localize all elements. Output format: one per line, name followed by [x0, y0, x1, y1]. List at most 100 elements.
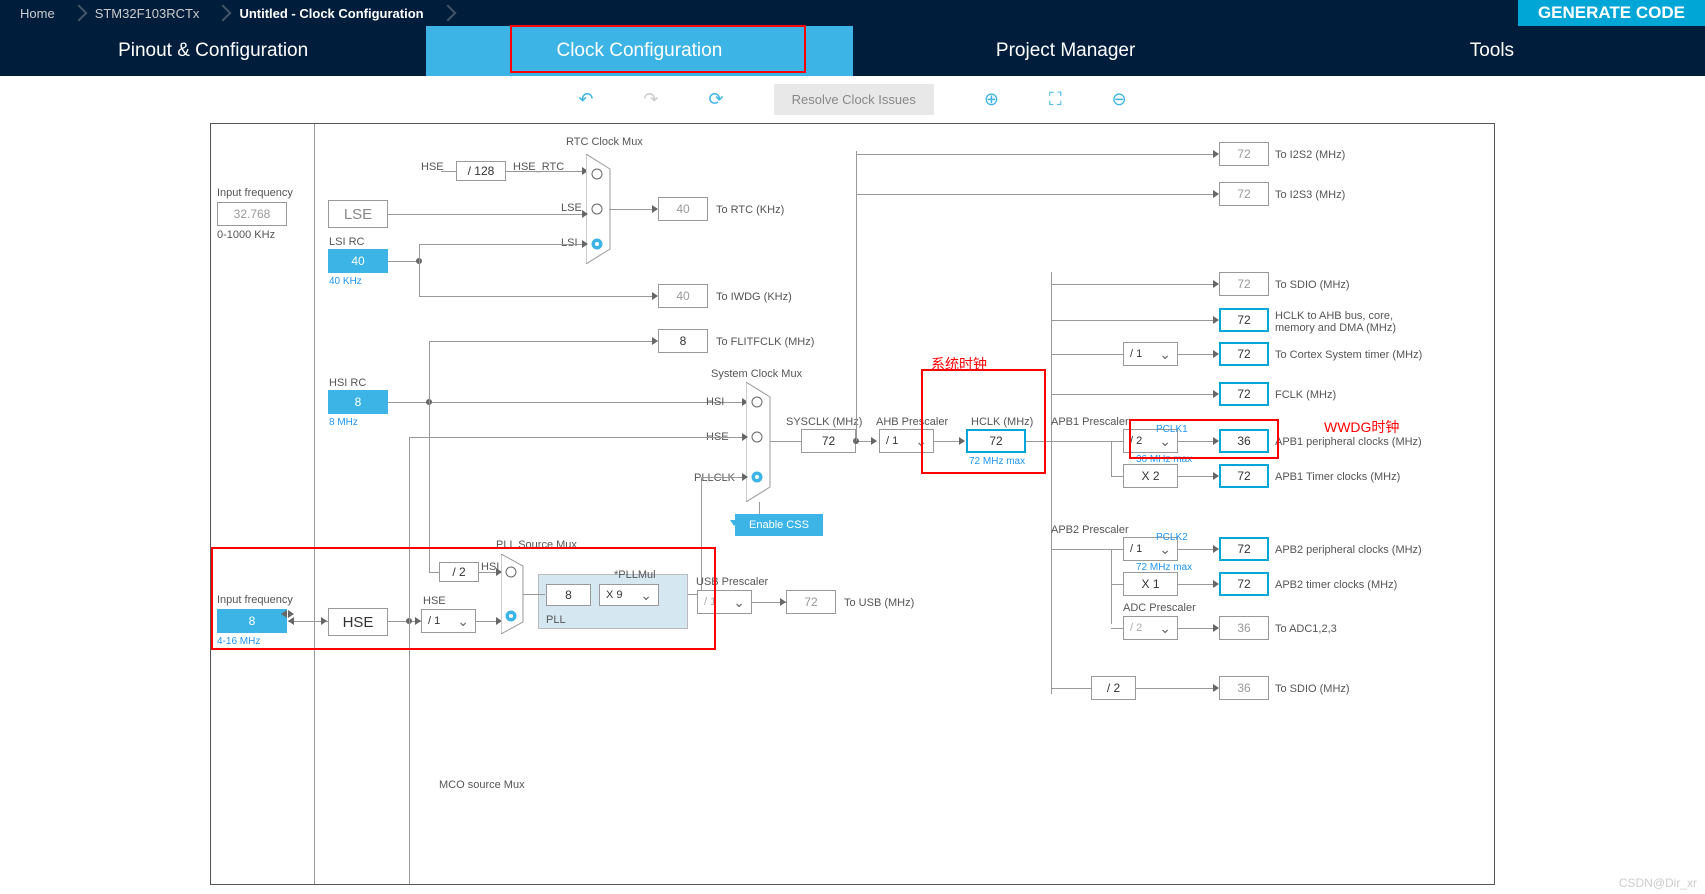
mco-mux-lbl: MCO source Mux [439, 779, 525, 791]
sysclk-val: 72 [801, 429, 856, 453]
lsi-mux-lbl: LSI [561, 237, 578, 249]
usb-val: 72 [786, 590, 836, 614]
hsi-rc-label: HSI RC [329, 377, 366, 389]
i2s2-out: To I2S2 (MHz) [1275, 149, 1345, 161]
pll-src-mux-lbl: PLL Source Mux [496, 539, 577, 551]
cortex-val: 72 [1219, 342, 1269, 366]
adc-val: 36 [1219, 616, 1269, 640]
i2s3-out: To I2S3 (MHz) [1275, 189, 1345, 201]
sdio-val2: 36 [1219, 676, 1269, 700]
ahb-bus-out: HCLK to AHB bus, core, memory and DMA (M… [1275, 310, 1415, 334]
lsi-rc-label: LSI RC [329, 236, 364, 248]
sdio-val: 72 [1219, 272, 1269, 296]
sdio-div: / 2 [1091, 676, 1136, 700]
clock-diagram-canvas[interactable]: Input frequency 32.768 0-1000 KHz Input … [210, 123, 1495, 885]
crumb-home[interactable]: Home [0, 6, 75, 21]
hse-div-select[interactable]: / 1 [421, 609, 476, 633]
iwdg-out: To IWDG (KHz) [716, 291, 792, 303]
hse-freq-label: Input frequency [217, 594, 293, 606]
lsi-rc-box: 40 [328, 249, 388, 273]
apb1-x2: X 2 [1123, 464, 1178, 488]
pll-lbl: PLL [546, 614, 566, 626]
cortex-out: To Cortex System timer (MHz) [1275, 349, 1422, 361]
apb2-peri-out: APB2 peripheral clocks (MHz) [1275, 544, 1422, 556]
flitf-val: 8 [658, 329, 708, 353]
resolve-issues-button[interactable]: Resolve Clock Issues [774, 84, 934, 115]
crumb-device[interactable]: STM32F103RCTx [75, 6, 220, 21]
apb1-peri-out: APB1 peripheral clocks (MHz) [1275, 436, 1422, 448]
tabs-bar: Pinout & Configuration Clock Configurati… [0, 26, 1705, 76]
cortex-div-select[interactable]: / 1 [1123, 342, 1178, 366]
vline-separator [314, 124, 315, 885]
apb2-tim-out: APB2 timer clocks (MHz) [1275, 579, 1397, 591]
iwdg-val: 40 [658, 284, 708, 308]
usb-pre-lbl: USB Prescaler [696, 576, 768, 588]
tab-tools[interactable]: Tools [1279, 26, 1705, 76]
apb1-tim-out: APB1 Timer clocks (MHz) [1275, 471, 1400, 483]
pllmul-lbl: *PLLMul [614, 569, 656, 581]
hse-pll-lbl: HSE [423, 595, 446, 607]
hclk-val[interactable]: 72 [966, 429, 1026, 453]
generate-code-button[interactable]: GENERATE CODE [1518, 0, 1705, 26]
apb2-pre-lbl: APB2 Prescaler [1051, 524, 1129, 536]
hse-rtc-div: / 128 [456, 161, 506, 181]
i2s3-val: 72 [1219, 182, 1269, 206]
hclk-max: 72 MHz max [969, 456, 1025, 467]
apb1-pre-lbl: APB1 Prescaler [1051, 416, 1129, 428]
fclk-val: 72 [1219, 382, 1269, 406]
rtc-out: To RTC (KHz) [716, 204, 784, 216]
flitf-out: To FLITFCLK (MHz) [716, 336, 814, 348]
crumb-title: Untitled - Clock Configuration [219, 6, 443, 21]
lsi-freq: 40 KHz [329, 276, 362, 287]
apb2-x1: X 1 [1123, 572, 1178, 596]
rtc-mux-label: RTC Clock Mux [566, 136, 643, 148]
pclk1-val[interactable]: 36 [1219, 429, 1269, 453]
hclk-lbl: HCLK (MHz) [971, 416, 1033, 428]
apb1-tim-val: 72 [1219, 464, 1269, 488]
ahb-bus-val: 72 [1219, 308, 1269, 332]
fit-icon[interactable]: ⛶ [1049, 89, 1062, 110]
annotation-wwdg: WWDG时钟 [1324, 417, 1399, 437]
undo-icon[interactable]: ↶ [578, 89, 593, 110]
lse-freq-input[interactable]: 32.768 [217, 202, 287, 226]
zoom-out-icon[interactable]: ⊖ [1112, 89, 1127, 110]
tab-clock[interactable]: Clock Configuration [426, 26, 852, 76]
pll-in[interactable]: 8 [546, 584, 591, 606]
pclk2-lbl: PCLK2 [1156, 532, 1188, 543]
lse-mux-lbl: LSE [561, 202, 582, 214]
zoom-in-icon[interactable]: ⊕ [984, 89, 999, 110]
adc-out: To ADC1,2,3 [1275, 623, 1337, 635]
pllmul-select[interactable]: X 9 [599, 584, 659, 606]
lse-box: LSE [328, 200, 388, 228]
watermark: CSDN@Dir_xr [1619, 876, 1697, 890]
adc-pre-lbl: ADC Prescaler [1123, 602, 1196, 614]
sdio-out2: To SDIO (MHz) [1275, 683, 1350, 695]
usb-out: To USB (MHz) [844, 597, 914, 609]
hsi-rc-box: 8 [328, 390, 388, 414]
i2s2-val: 72 [1219, 142, 1269, 166]
ahb-pre-select[interactable]: / 1 [879, 429, 934, 453]
hsi-freq: 8 MHz [329, 417, 358, 428]
pclk2-val[interactable]: 72 [1219, 537, 1269, 561]
sysclk-lbl: SYSCLK (MHz) [786, 416, 862, 428]
hsi-sys-lbl: HSI [706, 396, 724, 408]
ahb-pre-lbl: AHB Prescaler [876, 416, 948, 428]
tab-project[interactable]: Project Manager [853, 26, 1279, 76]
annotation-sysclk: 系统时钟 [931, 354, 987, 374]
refresh-icon[interactable]: ⟳ [709, 89, 724, 110]
sys-mux[interactable] [746, 382, 778, 502]
redo-icon: ↷ [643, 89, 658, 110]
sdio-out: To SDIO (MHz) [1275, 279, 1350, 291]
breadcrumb-bar: Home STM32F103RCTx Untitled - Clock Conf… [0, 0, 1705, 26]
enable-css-button[interactable]: Enable CSS [735, 514, 823, 536]
sys-mux-lbl: System Clock Mux [711, 368, 802, 380]
tab-pinout[interactable]: Pinout & Configuration [0, 26, 426, 76]
hsi-div2: / 2 [439, 562, 479, 582]
pclk1-lbl: PCLK1 [1156, 424, 1188, 435]
hse-freq-input[interactable]: 8 [217, 609, 287, 633]
apb2-tim-val: 72 [1219, 572, 1269, 596]
lse-freq-label: Input frequency [217, 187, 293, 199]
hse-box: HSE [328, 608, 388, 636]
usb-pre-select[interactable]: / 1 [697, 590, 752, 614]
adc-pre-select[interactable]: / 2 [1123, 616, 1178, 640]
